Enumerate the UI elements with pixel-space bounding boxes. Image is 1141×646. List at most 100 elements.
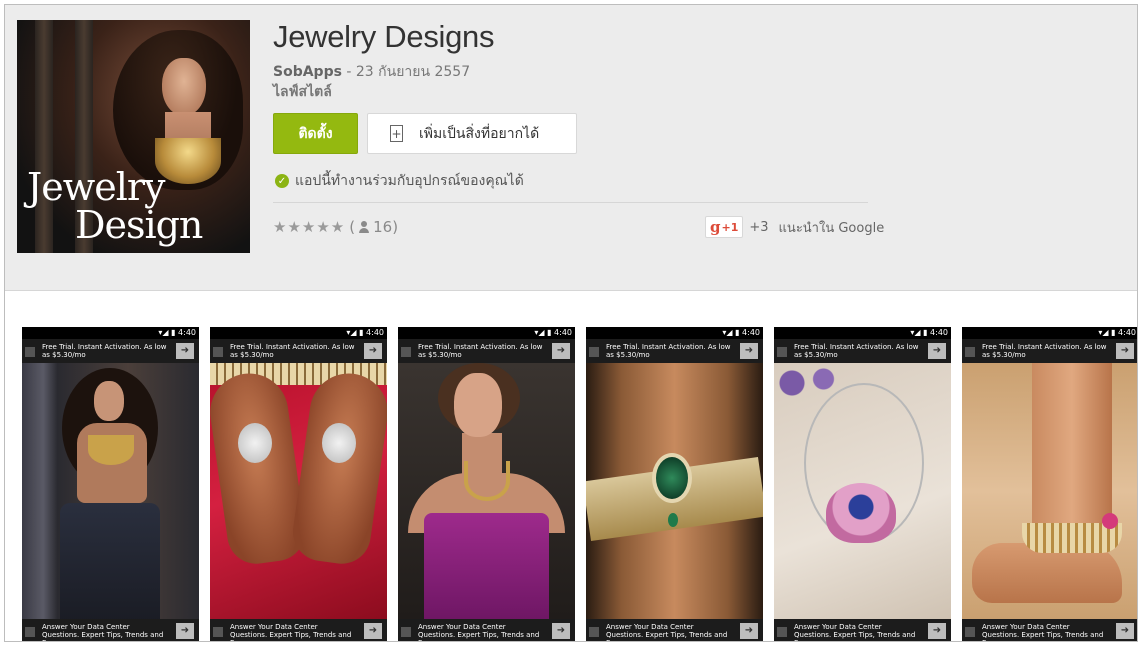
screenshot-photo [22,363,199,619]
ad-top-text: Free Trial. Instant Activation. As low a… [606,343,731,359]
screenshot-photo [586,363,763,619]
install-button[interactable]: ติดตั้ง [273,113,358,154]
ad-bottom-text: Answer Your Data Center Questions. Exper… [982,623,1104,641]
compatibility-notice: ✓ แอปนี้ทำงานร่วมกับอุปกรณ์ของคุณได้ [275,170,524,192]
gplus-one-button[interactable]: g +1 [705,216,744,238]
cover-title-line2: Design [75,203,203,247]
ad-banner-top[interactable]: Free Trial. Instant Activation. As low a… [586,339,763,363]
model-face [94,381,124,421]
ad-logo-icon [213,627,223,637]
add-to-wishlist-button[interactable]: + เพิ่มเป็นสิ่งที่อยากได้ [367,113,577,154]
arrow-right-icon[interactable]: ➜ [176,343,194,359]
header-divider [273,202,868,203]
model-dress [424,513,549,619]
ad-logo-icon [25,347,35,357]
ad-bottom-text: Answer Your Data Center Questions. Exper… [606,623,728,641]
arrow-right-icon[interactable]: ➜ [1116,343,1134,359]
ad-banner-bottom[interactable]: Answer Your Data Center Questions. Exper… [22,619,199,641]
meta-separator: - [341,64,356,80]
arrow-right-icon[interactable]: ➜ [928,623,946,639]
compatibility-text: แอปนี้ทำงานร่วมกับอุปกรณ์ของคุณได้ [295,173,524,189]
rating-paren-close: ) [392,218,399,236]
google-plus-icon: g [710,218,721,236]
model-face [454,373,502,437]
emerald-stone [652,453,692,503]
ad-top-text: Free Trial. Instant Activation. As low a… [418,343,543,359]
screenshot-photo [962,363,1137,619]
model-skirt [60,503,160,619]
arrow-right-icon[interactable]: ➜ [364,343,382,359]
status-bar: ▾◢ ▮ 4:40 [398,327,575,339]
ad-banner-top[interactable]: Free Trial. Instant Activation. As low a… [962,339,1137,363]
wishlist-label: เพิ่มเป็นสิ่งที่อยากได้ [419,125,540,142]
bookmark-plus-icon: + [390,125,403,142]
arrow-right-icon[interactable]: ➜ [552,623,570,639]
app-title: Jewelry Designs [273,19,495,54]
screenshot-strip: ▾◢ ▮ 4:40 Free Trial. Instant Activation… [22,327,1137,641]
ad-logo-icon [965,627,975,637]
ad-bottom-text: Answer Your Data Center Questions. Exper… [418,623,540,641]
star-rating: ★★★★★ [273,218,346,236]
ad-top-text: Free Trial. Instant Activation. As low a… [230,343,355,359]
ad-banner-bottom[interactable]: Answer Your Data Center Questions. Exper… [774,619,951,641]
ad-logo-icon [777,347,787,357]
arrow-right-icon[interactable]: ➜ [1116,623,1134,639]
category-link[interactable]: ไลฟ์สไตล์ [273,81,332,103]
ad-logo-icon [401,347,411,357]
arrow-right-icon[interactable]: ➜ [740,343,758,359]
ad-banner-bottom[interactable]: Answer Your Data Center Questions. Exper… [586,619,763,641]
publish-date: 23 กันยายน 2557 [355,64,471,80]
arrow-right-icon[interactable]: ➜ [176,623,194,639]
ad-banner-top[interactable]: Free Trial. Instant Activation. As low a… [22,339,199,363]
ad-top-text: Free Trial. Instant Activation. As low a… [982,343,1107,359]
hand-jewel-left [238,423,272,463]
gplus-widget: g +1 +3 แนะนำใน Google [705,216,884,238]
rating-paren-open: ( [349,218,356,236]
cover-model-face [162,58,206,116]
status-bar: ▾◢ ▮ 4:40 [22,327,199,339]
app-cover-image: Jewelry Design [17,20,250,253]
arrow-right-icon[interactable]: ➜ [740,623,758,639]
check-circle-icon: ✓ [275,174,289,188]
ad-logo-icon [965,347,975,357]
ad-bottom-text: Answer Your Data Center Questions. Exper… [230,623,352,641]
ad-top-text: Free Trial. Instant Activation. As low a… [794,343,919,359]
gplus-recommend-text: แนะนำใน Google [778,220,885,236]
ad-banner-top[interactable]: Free Trial. Instant Activation. As low a… [210,339,387,363]
screenshot-photo [398,363,575,619]
rating-count: 16 [373,218,393,236]
ad-banner-bottom[interactable]: Answer Your Data Center Questions. Exper… [962,619,1137,641]
app-meta: SobApps - 23 กันยายน 2557 [273,61,470,83]
screenshot-photo [210,363,387,619]
screenshot-5[interactable]: ▾◢ ▮ 4:40 Free Trial. Instant Activation… [774,327,951,641]
ad-logo-icon [401,627,411,637]
ad-bottom-text: Answer Your Data Center Questions. Exper… [42,623,164,641]
anklet-gem [1102,513,1118,529]
ad-logo-icon [589,347,599,357]
developer-link[interactable]: SobApps [273,64,342,80]
emerald-drop [668,513,678,527]
ad-banner-bottom[interactable]: Answer Your Data Center Questions. Exper… [398,619,575,641]
status-bar: ▾◢ ▮ 4:40 [586,327,763,339]
ad-banner-top[interactable]: Free Trial. Instant Activation. As low a… [774,339,951,363]
screenshot-3[interactable]: ▾◢ ▮ 4:40 Free Trial. Instant Activation… [398,327,575,641]
cover-title: Jewelry Design [27,168,203,247]
arrow-right-icon[interactable]: ➜ [552,343,570,359]
app-page: Jewelry Design Jewelry Designs SobApps -… [4,4,1138,642]
arrow-right-icon[interactable]: ➜ [928,343,946,359]
hand-jewel-right [322,423,356,463]
screenshot-4[interactable]: ▾◢ ▮ 4:40 Free Trial. Instant Activation… [586,327,763,641]
screenshot-2[interactable]: ▾◢ ▮ 4:40 Free Trial. Instant Activation… [210,327,387,641]
screenshot-6[interactable]: ▾◢ ▮ 4:40 Free Trial. Instant Activation… [962,327,1137,641]
screenshot-photo [774,363,951,619]
arrow-right-icon[interactable]: ➜ [364,623,382,639]
person-icon [358,221,370,233]
ad-banner-top[interactable]: Free Trial. Instant Activation. As low a… [398,339,575,363]
app-header: Jewelry Design Jewelry Designs SobApps -… [5,5,1137,291]
status-bar: ▾◢ ▮ 4:40 [962,327,1137,339]
ad-top-text: Free Trial. Instant Activation. As low a… [42,343,167,359]
ad-banner-bottom[interactable]: Answer Your Data Center Questions. Exper… [210,619,387,641]
screenshot-1[interactable]: ▾◢ ▮ 4:40 Free Trial. Instant Activation… [22,327,199,641]
status-bar: ▾◢ ▮ 4:40 [210,327,387,339]
ad-logo-icon [589,627,599,637]
